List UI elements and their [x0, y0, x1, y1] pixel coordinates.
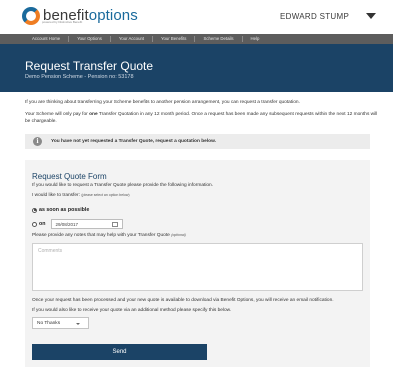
- nav-item-your-options[interactable]: Your Options: [69, 36, 111, 42]
- notice-banner: i You have not yet requested a Transfer …: [25, 134, 370, 149]
- notice-text: You have not yet requested a Transfer Qu…: [51, 139, 216, 144]
- nav-item-help[interactable]: Help: [243, 36, 268, 42]
- user-name[interactable]: EDWARD STUMP: [280, 12, 349, 21]
- form-intro: If you would like to request a Transfer …: [32, 183, 214, 188]
- info-icon: i: [33, 137, 42, 146]
- request-quote-form: Request Quote Form If you would like to …: [25, 160, 370, 367]
- nav-item-your-benefits[interactable]: Your Benefits: [153, 36, 196, 42]
- send-button[interactable]: Send: [32, 344, 207, 360]
- chevron-down-icon: [76, 323, 80, 325]
- delivery-method-value: No Thanks: [37, 320, 61, 326]
- logo-tagline: powered by Distinctive Benefit: [42, 20, 83, 24]
- chevron-down-icon[interactable]: [366, 13, 376, 19]
- page-banner: Request Transfer Quote Demo Pension Sche…: [0, 44, 393, 92]
- nav-item-scheme-details[interactable]: Scheme Details: [195, 36, 243, 42]
- transfer-label: I would like to transfer: (please select…: [32, 193, 130, 198]
- form-title: Request Quote Form: [32, 172, 107, 181]
- option-asap-label: as soon as possible: [39, 207, 90, 213]
- header: benefitoptions powered by Distinctive Be…: [0, 0, 393, 34]
- delivery-method-select[interactable]: No Thanks: [32, 317, 89, 329]
- date-value: 29/08/2017: [55, 221, 79, 227]
- option-asap[interactable]: as soon as possible: [32, 207, 89, 213]
- nav-item-account-home[interactable]: Account Home: [24, 36, 70, 42]
- logo-icon: [22, 7, 40, 25]
- intro-policy-text: Your Scheme will only pay for one Transf…: [25, 112, 378, 124]
- notes-label: Please provide any notes that may help w…: [32, 233, 186, 238]
- date-input[interactable]: 29/08/2017: [51, 219, 124, 229]
- comments-input[interactable]: [32, 243, 363, 291]
- calendar-icon[interactable]: [112, 222, 119, 227]
- nav-item-your-account[interactable]: Your Account: [111, 36, 154, 42]
- notification-text: Once your request has been processed and…: [32, 298, 334, 303]
- additional-method-text: If you would also like to receive your q…: [32, 308, 232, 313]
- intro-text: If you are thinking about transferring y…: [25, 100, 300, 105]
- option-on-label: on: [39, 221, 46, 227]
- radio-on-date[interactable]: [32, 221, 37, 227]
- main-nav: Account Home Your Options Your Account Y…: [0, 34, 393, 44]
- page-title: Request Transfer Quote: [25, 59, 154, 73]
- page-subtitle: Demo Pension Scheme - Pension no: 53178: [25, 74, 134, 80]
- radio-asap[interactable]: [32, 207, 37, 213]
- option-on-date[interactable]: on 29/08/2017: [32, 219, 124, 229]
